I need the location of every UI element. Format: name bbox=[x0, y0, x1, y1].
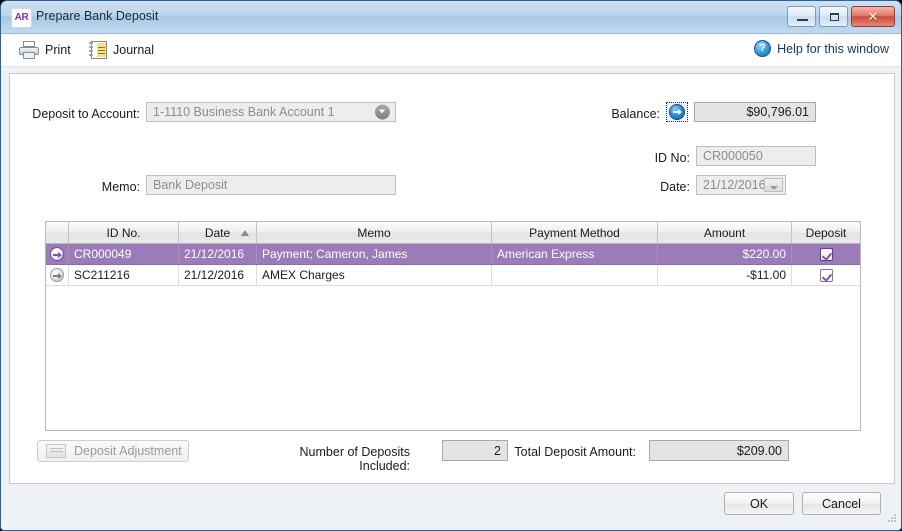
cell-date: 21/12/2016 bbox=[179, 244, 257, 264]
table-row[interactable]: CR000049 21/12/2016 Payment; Cameron, Ja… bbox=[46, 244, 860, 265]
total-deposit-value: $209.00 bbox=[736, 443, 782, 458]
cell-id-no: CR000049 bbox=[69, 244, 179, 264]
grid-header-id-no[interactable]: ID No. bbox=[69, 222, 179, 243]
id-no-label: ID No: bbox=[654, 151, 690, 165]
window-title: Prepare Bank Deposit bbox=[36, 9, 159, 23]
window-controls: ✕ bbox=[787, 6, 895, 27]
deposit-to-account-label: Deposit to Account: bbox=[32, 107, 140, 121]
arrow-right-circle-icon bbox=[669, 104, 685, 120]
table-row[interactable]: SC211216 21/12/2016 AMEX Charges -$11.00 bbox=[46, 265, 860, 286]
grid-header-memo[interactable]: Memo bbox=[257, 222, 492, 243]
dialog-button-bar: OK Cancel bbox=[1, 484, 901, 528]
journal-button[interactable]: Journal bbox=[89, 38, 154, 62]
cell-payment-method bbox=[492, 265, 658, 285]
grid-header-select bbox=[46, 222, 69, 243]
memo-label: Memo: bbox=[101, 180, 140, 194]
row-selector[interactable] bbox=[46, 265, 69, 285]
balance-field: $90,796.01 bbox=[694, 102, 816, 122]
deposit-checkbox[interactable] bbox=[819, 268, 833, 282]
grid-header-deposit[interactable]: Deposit bbox=[792, 222, 860, 243]
help-icon: ? bbox=[754, 40, 772, 57]
chevron-down-icon[interactable] bbox=[375, 104, 390, 120]
toolbar: Print Journal ? Help for this window bbox=[1, 34, 901, 67]
close-icon: ✕ bbox=[867, 9, 879, 24]
date-label: Date: bbox=[660, 180, 690, 194]
print-label: Print bbox=[45, 43, 71, 57]
title-bar[interactable]: AR Prepare Bank Deposit ✕ bbox=[1, 1, 901, 34]
maximize-icon bbox=[830, 13, 839, 21]
help-link[interactable]: ? Help for this window bbox=[754, 40, 889, 57]
date-field[interactable]: 21/12/2016 bbox=[696, 175, 786, 195]
cancel-button[interactable]: Cancel bbox=[802, 492, 881, 515]
deposit-to-account-field[interactable]: 1-1110 Business Bank Account 1 bbox=[146, 102, 396, 122]
cell-payment-method: American Express bbox=[492, 244, 658, 264]
total-deposit-label: Total Deposit Amount: bbox=[514, 445, 636, 459]
cell-memo: AMEX Charges bbox=[257, 265, 492, 285]
row-arrow-icon bbox=[50, 247, 64, 261]
deposits-grid: ID No. Date Memo Payment Method Amount D… bbox=[45, 221, 861, 431]
grid-header-date[interactable]: Date bbox=[179, 222, 257, 243]
balance-label: Balance: bbox=[611, 107, 660, 121]
cell-memo: Payment; Cameron, James bbox=[257, 244, 492, 264]
number-of-deposits-field: 2 bbox=[442, 440, 508, 461]
ok-button[interactable]: OK bbox=[724, 492, 794, 515]
journal-icon bbox=[89, 41, 107, 59]
balance-drilldown-button[interactable] bbox=[666, 102, 688, 122]
journal-label: Journal bbox=[113, 43, 154, 57]
grid-header-date-label: Date bbox=[204, 225, 231, 240]
prepare-bank-deposit-window: AR Prepare Bank Deposit ✕ Print Journal … bbox=[0, 0, 902, 531]
balance-value: $90,796.01 bbox=[746, 105, 809, 119]
maximize-button[interactable] bbox=[819, 6, 848, 27]
deposit-adjustment-label: Deposit Adjustment bbox=[74, 444, 182, 458]
resize-grip[interactable] bbox=[887, 513, 897, 523]
row-selector[interactable] bbox=[46, 244, 69, 264]
cell-date: 21/12/2016 bbox=[179, 265, 257, 285]
number-of-deposits-label: Number of Deposits Included: bbox=[299, 445, 410, 473]
minimize-button[interactable] bbox=[787, 6, 816, 27]
grid-header-amount[interactable]: Amount bbox=[658, 222, 792, 243]
calendar-dropdown-icon[interactable] bbox=[764, 178, 783, 192]
memo-value: Bank Deposit bbox=[153, 178, 228, 192]
grid-header-row: ID No. Date Memo Payment Method Amount D… bbox=[46, 222, 860, 244]
deposit-adjustment-button[interactable]: Deposit Adjustment bbox=[37, 440, 189, 462]
app-icon: AR bbox=[11, 8, 32, 28]
cell-deposit[interactable] bbox=[792, 244, 860, 264]
sort-ascending-icon bbox=[241, 230, 249, 236]
total-deposit-field: $209.00 bbox=[649, 440, 789, 461]
memo-field[interactable]: Bank Deposit bbox=[146, 175, 396, 195]
close-button[interactable]: ✕ bbox=[851, 6, 895, 27]
cell-amount: $220.00 bbox=[658, 244, 792, 264]
id-no-value: CR000050 bbox=[703, 149, 763, 163]
grid-header-payment-method[interactable]: Payment Method bbox=[492, 222, 658, 243]
content-panel: Deposit to Account: 1-1110 Business Bank… bbox=[9, 73, 895, 484]
adjustment-icon bbox=[46, 444, 66, 458]
printer-icon bbox=[19, 41, 39, 59]
date-value: 21/12/2016 bbox=[703, 178, 766, 192]
row-arrow-icon bbox=[50, 268, 64, 282]
minimize-icon bbox=[797, 19, 808, 21]
cell-deposit[interactable] bbox=[792, 265, 860, 285]
id-no-field[interactable]: CR000050 bbox=[696, 146, 816, 166]
deposit-to-account-value: 1-1110 Business Bank Account 1 bbox=[153, 105, 335, 119]
help-label: Help for this window bbox=[777, 41, 889, 56]
cell-id-no: SC211216 bbox=[69, 265, 179, 285]
print-button[interactable]: Print bbox=[19, 38, 71, 62]
deposit-checkbox[interactable] bbox=[819, 247, 833, 261]
cell-amount: -$11.00 bbox=[658, 265, 792, 285]
